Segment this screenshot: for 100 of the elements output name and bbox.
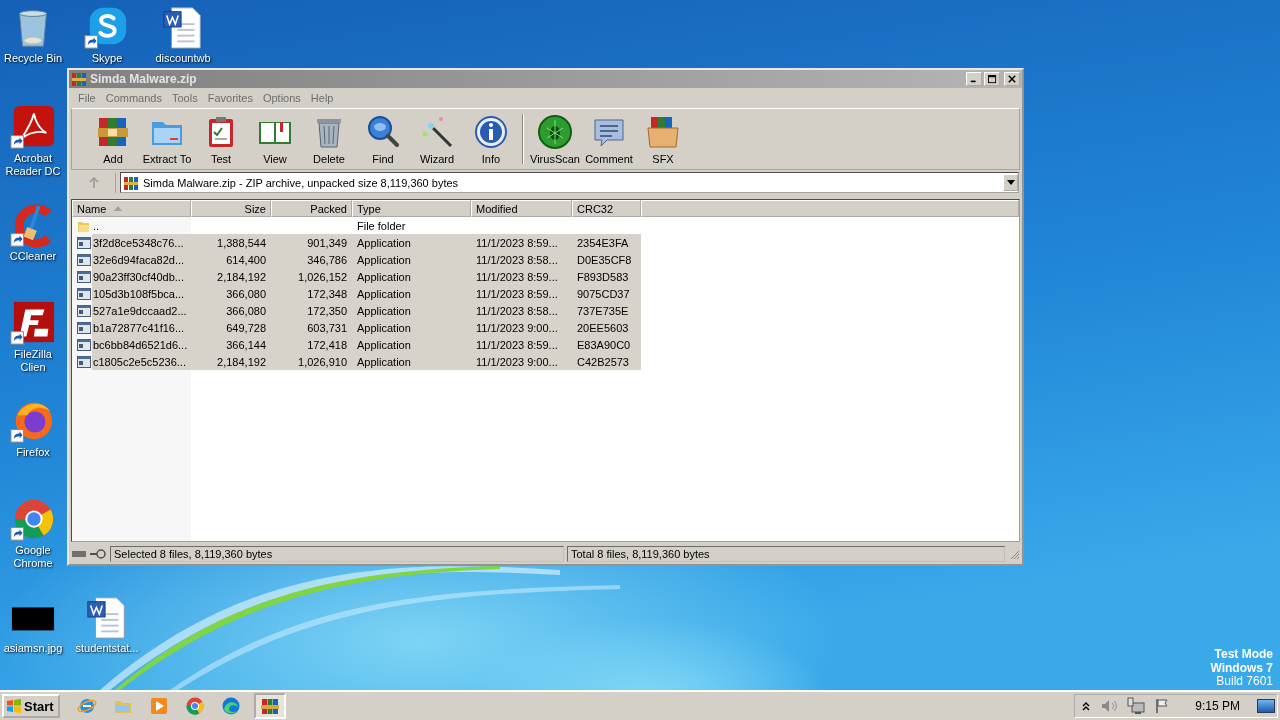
table-cell: 105d3b108f5bca... bbox=[93, 287, 185, 300]
resize-grip-icon[interactable] bbox=[1008, 548, 1020, 560]
close-button[interactable] bbox=[1004, 72, 1020, 86]
application-icon bbox=[77, 354, 91, 369]
list-row[interactable]: 32e6d94faca82d... 614,400 346,786 Application 11/1/2023 8:58... D0E35CF8 bbox=[72, 251, 641, 268]
table-cell: Application bbox=[357, 236, 411, 249]
toolbar-button[interactable]: Wizard bbox=[410, 113, 464, 165]
drive-key-icon bbox=[71, 548, 107, 560]
show-hidden-icons-icon[interactable] bbox=[1081, 700, 1092, 712]
status-selected: Selected 8 files, 8,119,360 bytes bbox=[110, 546, 564, 562]
table-cell: Application bbox=[357, 304, 411, 317]
minimize-button[interactable] bbox=[966, 72, 982, 86]
table-cell: 11/1/2023 8:58... bbox=[476, 253, 558, 266]
list-row[interactable]: .. File folder bbox=[72, 217, 641, 234]
column-header[interactable]: CRC32 bbox=[572, 200, 641, 217]
edge-icon bbox=[220, 696, 241, 716]
column-header[interactable]: Type bbox=[352, 200, 471, 217]
toolbar-button[interactable]: Test bbox=[194, 113, 248, 165]
start-button[interactable]: Start bbox=[2, 694, 60, 718]
desktop-icon-label[interactable]: discountwb bbox=[155, 52, 211, 65]
maximize-button[interactable] bbox=[984, 72, 1000, 86]
table-cell: Application bbox=[357, 270, 411, 283]
application-icon bbox=[77, 235, 91, 250]
table-cell: bc6bb84d6521d6... bbox=[93, 338, 188, 351]
list-row[interactable]: b1a72877c41f16... 649,728 603,731 Application 11/1/2023 9:00... 20EE5603 bbox=[72, 319, 641, 336]
table-cell: 737E735E bbox=[577, 304, 629, 317]
table-cell: C42B2573 bbox=[577, 355, 629, 368]
menu-item[interactable]: Options bbox=[257, 92, 306, 104]
application-icon bbox=[77, 337, 91, 352]
table-cell: .. bbox=[93, 219, 100, 232]
table-cell: 1,388,544 bbox=[217, 236, 266, 249]
filezilla-icon[interactable] bbox=[10, 300, 56, 346]
list-row[interactable]: 90a23ff30cf40db... 2,184,192 1,026,152 Application 11/1/2023 8:59... F893D583 bbox=[72, 268, 641, 285]
table-cell: 3f2d8ce5348c76... bbox=[93, 236, 184, 249]
system-notice-text: Build 7601 bbox=[1216, 675, 1273, 689]
toolbar-button[interactable]: VirusScan bbox=[528, 113, 582, 165]
media-icon bbox=[148, 696, 169, 716]
toolbar-button[interactable]: SFX bbox=[636, 113, 690, 165]
clock[interactable]: 9:15 PM bbox=[1195, 699, 1240, 713]
address-field[interactable]: Simda Malware.zip - ZIP archive, unpacked size 8,119,360 bytes bbox=[120, 172, 1019, 193]
dropdown-button[interactable] bbox=[1003, 174, 1018, 191]
column-header[interactable]: Size bbox=[191, 200, 271, 217]
toolbar-button[interactable]: Find bbox=[356, 113, 410, 165]
chrome-icon bbox=[184, 696, 205, 716]
table-cell: Application bbox=[357, 338, 411, 351]
toolbar-button[interactable]: Extract To bbox=[140, 113, 194, 165]
table-cell: 11/1/2023 9:00... bbox=[476, 321, 558, 334]
network-icon[interactable] bbox=[1127, 697, 1146, 715]
table-cell: 1,026,910 bbox=[298, 355, 347, 368]
desktop-icon-label[interactable]: Firefox bbox=[16, 446, 50, 459]
column-header[interactable]: Modified bbox=[471, 200, 572, 217]
table-cell: D0E35CF8 bbox=[577, 253, 632, 266]
desktop-icon-label[interactable]: Recycle Bin bbox=[3, 52, 63, 65]
window-title: Simda Malware.zip bbox=[90, 72, 198, 86]
list-row[interactable]: c1805c2e5c5236... 2,184,192 1,026,910 Application 11/1/2023 9:00... C42B2573 bbox=[72, 353, 641, 370]
menu-item[interactable]: Favorites bbox=[202, 92, 258, 104]
taskbar-button[interactable] bbox=[253, 693, 286, 719]
info-icon bbox=[473, 113, 509, 150]
table-cell: E83A90C0 bbox=[577, 338, 631, 351]
table-cell: 11/1/2023 8:59... bbox=[476, 270, 558, 283]
desktop-icon-label[interactable]: FileZilla Clien bbox=[0, 348, 66, 374]
toolbar-button[interactable]: Add bbox=[86, 113, 140, 165]
desktop-icon-label[interactable]: CCleaner bbox=[9, 250, 57, 263]
list-row[interactable]: 3f2d8ce5348c76... 1,388,544 901,349 Application 11/1/2023 8:59... 2354E3FA bbox=[72, 234, 641, 251]
application-icon bbox=[77, 320, 91, 335]
table-cell: 11/1/2023 8:59... bbox=[476, 287, 558, 300]
show-desktop-button[interactable] bbox=[1257, 699, 1275, 713]
table-cell: 366,080 bbox=[226, 287, 266, 300]
search-icon bbox=[365, 113, 401, 150]
column-header[interactable]: Name bbox=[72, 200, 191, 217]
table-cell: 901,349 bbox=[307, 236, 347, 249]
toolbar-button[interactable]: View bbox=[248, 113, 302, 165]
windows-logo-icon bbox=[6, 698, 22, 714]
desktop-icon-label[interactable]: Acrobat Reader DC bbox=[0, 152, 66, 178]
list-row[interactable]: 527a1e9dccaad2... 366,080 172,350 Application 11/1/2023 8:58... 737E735E bbox=[72, 302, 641, 319]
application-icon bbox=[77, 303, 91, 318]
acrobat-icon[interactable] bbox=[10, 104, 56, 150]
virus-scan-icon bbox=[537, 113, 573, 150]
flag-icon[interactable] bbox=[1154, 698, 1171, 714]
desktop-icon-label[interactable]: Skype bbox=[91, 52, 123, 65]
system-notice-text: Windows 7 bbox=[1210, 661, 1273, 675]
books-icon bbox=[71, 71, 87, 87]
table-cell: Application bbox=[357, 253, 411, 266]
list-row[interactable]: bc6bb84d6521d6... 366,144 172,418 Application 11/1/2023 8:59... E83A90C0 bbox=[72, 336, 641, 353]
table-cell: 2354E3FA bbox=[577, 236, 629, 249]
table-cell: 172,418 bbox=[307, 338, 347, 351]
table-cell: 20EE5603 bbox=[577, 321, 629, 334]
list-row[interactable]: 105d3b108f5bca... 366,080 172,348 Application 11/1/2023 8:59... 9075CD37 bbox=[72, 285, 641, 302]
toolbar-button[interactable]: Info bbox=[464, 113, 518, 165]
toolbar-button[interactable]: Comment bbox=[582, 113, 636, 165]
table-cell: F893D583 bbox=[577, 270, 629, 283]
table-cell: 527a1e9dccaad2... bbox=[93, 304, 187, 317]
caret-icon bbox=[1006, 180, 1015, 185]
toolbar-button[interactable]: Delete bbox=[302, 113, 356, 165]
column-header[interactable]: Packed bbox=[271, 200, 352, 217]
table-cell: 32e6d94faca82d... bbox=[93, 253, 185, 266]
menu-item[interactable]: Commands bbox=[100, 92, 167, 104]
table-cell: b1a72877c41f16... bbox=[93, 321, 185, 334]
maximize-icon bbox=[987, 74, 997, 84]
menu-item[interactable]: Tools bbox=[167, 92, 203, 104]
